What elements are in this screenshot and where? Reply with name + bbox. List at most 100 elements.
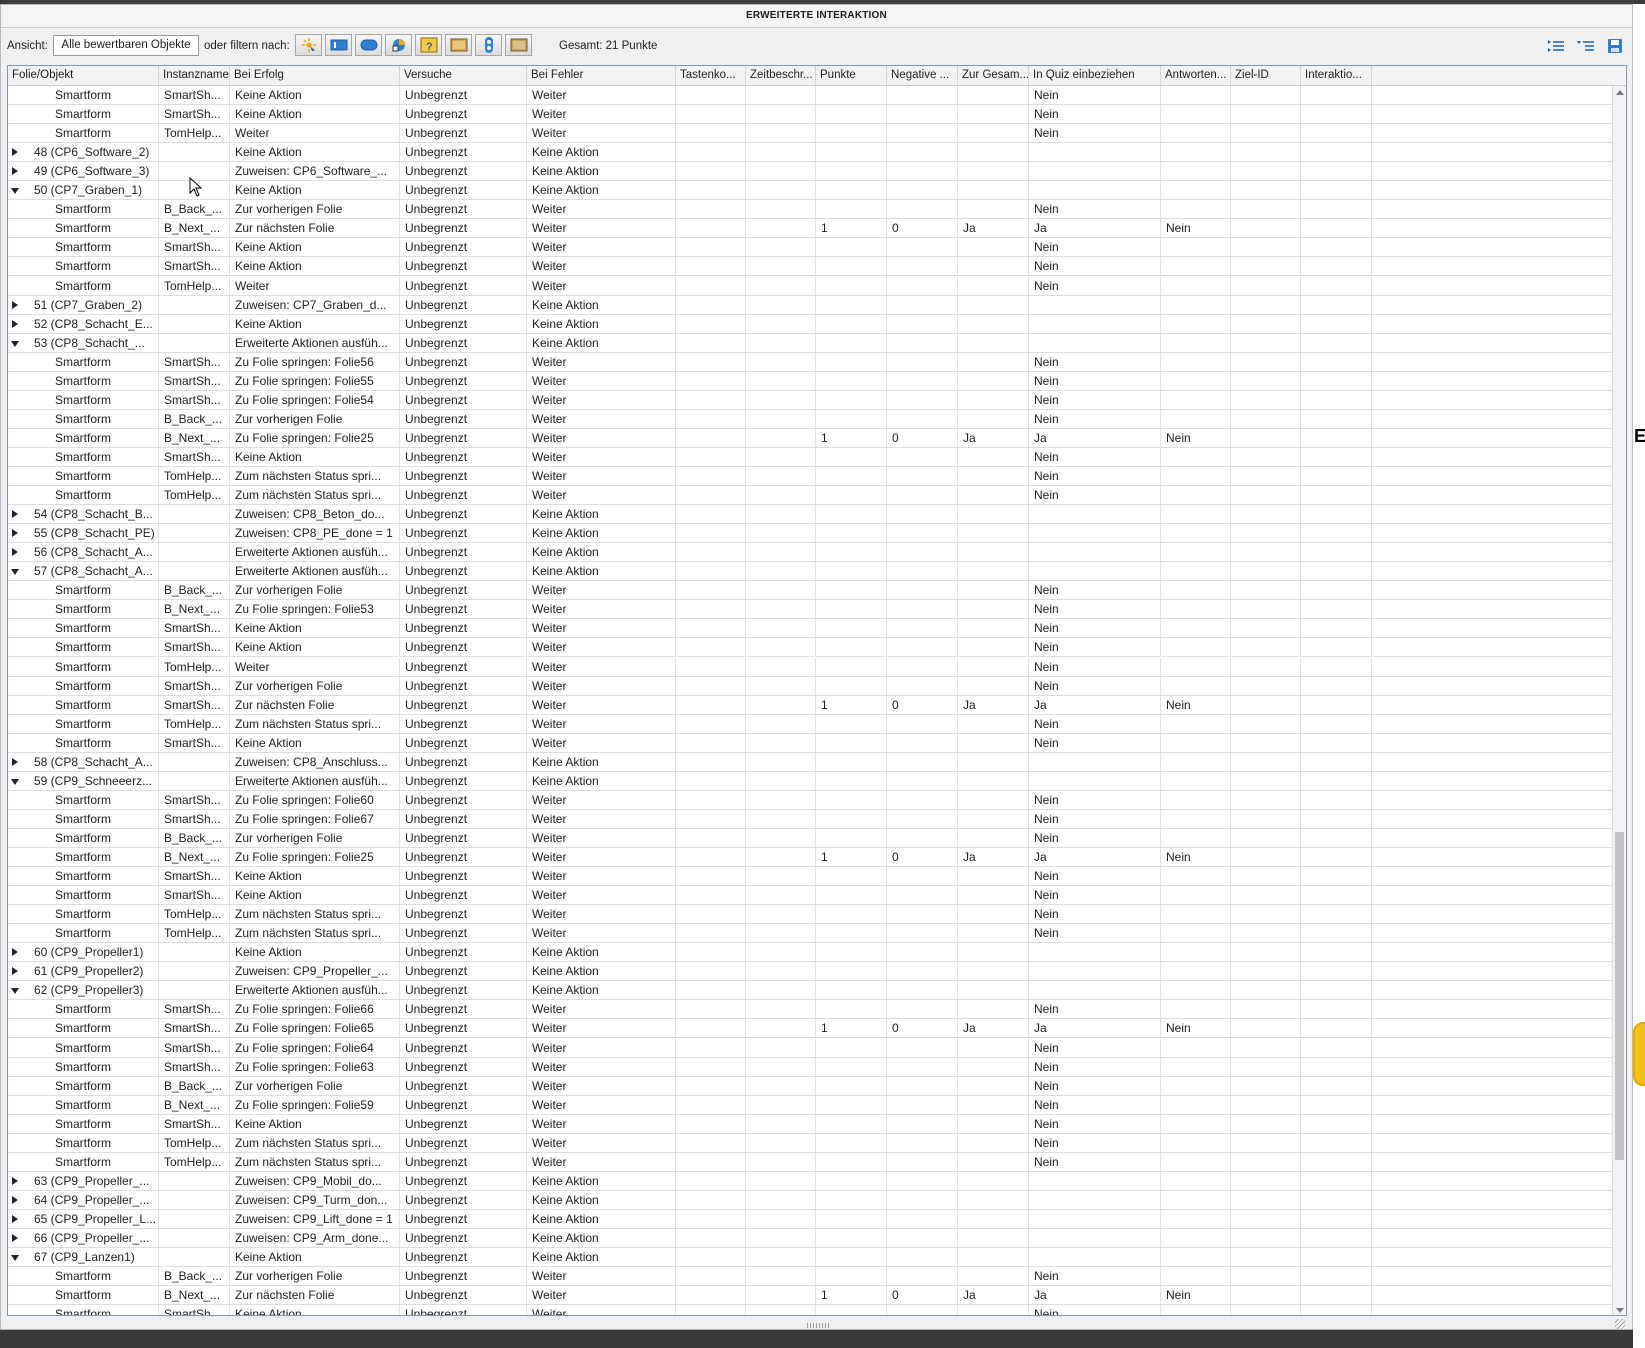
scroll-up-icon[interactable] <box>1616 90 1624 95</box>
object-row[interactable]: Smartform SmartSh... Keine Aktion Unbegrenz… <box>8 1305 1612 1315</box>
slide-row[interactable]: 52 (CP8_Schacht_E... Keine Aktion Unbegren… <box>8 315 1612 334</box>
object-row[interactable]: Smartform TomHelp... Zum nächsten Status s… <box>8 467 1612 486</box>
slide-row[interactable]: 53 (CP8_Schacht_... Erweiterte Aktionen a… <box>8 334 1612 353</box>
object-row[interactable]: Smartform SmartSh... Keine Aktion Unbegrenz… <box>8 638 1612 657</box>
column-header-on-success[interactable]: Bei Erfolg <box>230 66 400 85</box>
collapse-arrow-icon[interactable] <box>12 529 18 537</box>
slide-row[interactable]: 48 (CP6_Software_2) Keine Aktion Unbegrenz… <box>8 143 1612 162</box>
column-header-shortcut[interactable]: Tastenko... <box>676 66 746 85</box>
object-row[interactable]: Smartform TomHelp... Zum nächsten Status s… <box>8 486 1612 505</box>
column-header-report-answers[interactable]: Antworten... <box>1161 66 1231 85</box>
slide-row[interactable]: 66 (CP9_Propeller_... Zuweisen: CP9_Arm_d… <box>8 1229 1612 1248</box>
object-row[interactable]: Smartform TomHelp... Zum nächsten Status s… <box>8 905 1612 924</box>
object-row[interactable]: Smartform SmartSh... Keine Aktion Unbegrenz… <box>8 1115 1612 1134</box>
collapse-all-icon[interactable] <box>1546 37 1566 55</box>
object-row[interactable]: Smartform SmartSh... Zu Folie springen: Fo… <box>8 791 1612 810</box>
collapse-arrow-icon[interactable] <box>12 320 18 328</box>
expand-arrow-icon[interactable] <box>11 569 19 575</box>
slide-row[interactable]: 50 (CP7_Graben_1) Keine Aktion Unbegrenzt K… <box>8 181 1612 200</box>
collapse-arrow-icon[interactable] <box>12 948 18 956</box>
column-header-slide-object[interactable]: Folie/Objekt <box>8 66 159 85</box>
slide-row[interactable]: 64 (CP9_Propeller_... Zuweisen: CP9_Turm_… <box>8 1191 1612 1210</box>
click-box-icon[interactable] <box>295 34 322 56</box>
vertical-scrollbar[interactable] <box>1612 86 1626 1315</box>
slide-row[interactable]: 57 (CP8_Schacht_A... Erweiterte Aktionen … <box>8 562 1612 581</box>
object-row[interactable]: Smartform SmartSh... Zu Folie springen: Fo… <box>8 353 1612 372</box>
collapse-arrow-icon[interactable] <box>12 1196 18 1204</box>
object-row[interactable]: Smartform B_Next_... Zur nächsten Folie Unb… <box>8 219 1612 238</box>
object-row[interactable]: Smartform SmartSh... Keine Aktion Unbegrenz… <box>8 257 1612 276</box>
collapse-arrow-icon[interactable] <box>12 301 18 309</box>
object-row[interactable]: Smartform SmartSh... Keine Aktion Unbegrenz… <box>8 238 1612 257</box>
expand-arrow-icon[interactable] <box>11 779 19 785</box>
object-row[interactable]: Smartform B_Back_... Zur vorherigen Folie U… <box>8 1077 1612 1096</box>
object-row[interactable]: Smartform B_Next_... Zu Folie springen: Fo… <box>8 1096 1612 1115</box>
widget-icon[interactable] <box>475 34 502 56</box>
resize-grip-icon[interactable] <box>1615 1319 1625 1329</box>
object-row[interactable]: Smartform SmartSh... Zu Folie springen: Fo… <box>8 391 1612 410</box>
expand-arrow-icon[interactable] <box>11 341 19 347</box>
object-row[interactable]: Smartform SmartSh... Zu Folie springen: Fo… <box>8 1019 1612 1038</box>
object-row[interactable]: Smartform SmartSh... Keine Aktion Unbegrenz… <box>8 867 1612 886</box>
object-row[interactable]: Smartform B_Back_... Zur vorherigen Folie U… <box>8 1267 1612 1286</box>
expand-arrow-icon[interactable] <box>11 988 19 994</box>
collapse-arrow-icon[interactable] <box>12 148 18 156</box>
object-row[interactable]: Smartform TomHelp... Zum nächsten Status s… <box>8 924 1612 943</box>
object-row[interactable]: Smartform TomHelp... Weiter Unbegrenzt Weite… <box>8 658 1612 677</box>
collapse-arrow-icon[interactable] <box>12 510 18 518</box>
collapse-arrow-icon[interactable] <box>12 758 18 766</box>
object-row[interactable]: Smartform TomHelp... Zum nächsten Status s… <box>8 1134 1612 1153</box>
object-row[interactable]: Smartform SmartSh... Keine Aktion Unbegrenz… <box>8 619 1612 638</box>
slide-row[interactable]: 60 (CP9_Propeller1) Keine Aktion Unbegrenz… <box>8 943 1612 962</box>
slide-row[interactable]: 54 (CP8_Schacht_B... Zuweisen: CP8_Beton_… <box>8 505 1612 524</box>
object-row[interactable]: Smartform SmartSh... Zur vorherigen Folie U… <box>8 677 1612 696</box>
column-header-interaction-id[interactable]: Interaktio... <box>1301 66 1372 85</box>
column-header-time-limit[interactable]: Zeitbeschr... <box>746 66 816 85</box>
object-row[interactable]: Smartform B_Back_... Zur vorherigen Folie U… <box>8 829 1612 848</box>
collapse-arrow-icon[interactable] <box>12 967 18 975</box>
object-row[interactable]: Smartform B_Back_... Zur vorherigen Folie U… <box>8 200 1612 219</box>
object-row[interactable]: Smartform TomHelp... Zum nächsten Status s… <box>8 715 1612 734</box>
object-row[interactable]: Smartform SmartSh... Keine Aktion Unbegrenz… <box>8 734 1612 753</box>
slide-row[interactable]: 62 (CP9_Propeller3) Erweiterte Aktionen a… <box>8 981 1612 1000</box>
slide-row[interactable]: 61 (CP9_Propeller2) Zuweisen: CP9_Propell… <box>8 962 1612 981</box>
slide-row[interactable]: 67 (CP9_Lanzen1) Keine Aktion Unbegrenzt Ke… <box>8 1248 1612 1267</box>
collapse-arrow-icon[interactable] <box>12 1177 18 1185</box>
image-icon[interactable] <box>445 34 472 56</box>
slide-row[interactable]: 59 (CP9_Schneeerz... Erweiterte Aktionen … <box>8 772 1612 791</box>
object-row[interactable]: Smartform SmartSh... Keine Aktion Unbegrenz… <box>8 448 1612 467</box>
expand-arrow-icon[interactable] <box>11 188 19 194</box>
collapse-arrow-icon[interactable] <box>12 1234 18 1242</box>
slide-row[interactable]: 58 (CP8_Schacht_A... Zuweisen: CP8_Anschl… <box>8 753 1612 772</box>
object-row[interactable]: Smartform SmartSh... Zu Folie springen: Fo… <box>8 1039 1612 1058</box>
object-row[interactable]: Smartform SmartSh... Zu Folie springen: Fo… <box>8 372 1612 391</box>
object-row[interactable]: Smartform B_Next_... Zu Folie springen: Fo… <box>8 429 1612 448</box>
view-select[interactable]: Alle bewertbaren Objekte <box>53 35 199 56</box>
slide-row[interactable]: 51 (CP7_Graben_2) Zuweisen: CP7_Graben_d.… <box>8 296 1612 315</box>
slide-row[interactable]: 55 (CP8_Schacht_PE) Zuweisen: CP8_PE_done… <box>8 524 1612 543</box>
expand-all-icon[interactable] <box>1576 37 1596 55</box>
column-header-attempts[interactable]: Versuche <box>400 66 527 85</box>
object-row[interactable]: Smartform B_Back_... Zur vorherigen Folie U… <box>8 581 1612 600</box>
slide-row[interactable]: 49 (CP6_Software_3) Zuweisen: CP6_Softwar… <box>8 162 1612 181</box>
object-row[interactable]: Smartform B_Next_... Zu Folie springen: Fo… <box>8 600 1612 619</box>
column-header-negative[interactable]: Negative ... <box>887 66 958 85</box>
collapse-arrow-icon[interactable] <box>12 167 18 175</box>
column-header-on-failure[interactable]: Bei Fehler <box>527 66 676 85</box>
text-entry-box-icon[interactable] <box>325 34 352 56</box>
object-row[interactable]: Smartform TomHelp... Weiter Unbegrenzt Weite… <box>8 124 1612 143</box>
question-slide-icon[interactable]: ? <box>415 34 442 56</box>
panel-resize-handle[interactable] <box>807 1323 829 1328</box>
column-header-instance-name[interactable]: Instanzname <box>159 66 230 85</box>
collapse-arrow-icon[interactable] <box>12 548 18 556</box>
scroll-down-icon[interactable] <box>1616 1308 1624 1313</box>
column-header-points[interactable]: Punkte <box>816 66 887 85</box>
slide-row[interactable]: 63 (CP9_Propeller_... Zuweisen: CP9_Mobil… <box>8 1172 1612 1191</box>
object-row[interactable]: Smartform B_Next_... Zu Folie springen: Fo… <box>8 848 1612 867</box>
scrollbar-thumb[interactable] <box>1615 832 1624 1160</box>
slide-row[interactable]: 56 (CP8_Schacht_A... Erweiterte Aktionen … <box>8 543 1612 562</box>
object-row[interactable]: Smartform TomHelp... Zum nächsten Status s… <box>8 1153 1612 1172</box>
expand-arrow-icon[interactable] <box>11 1255 19 1261</box>
collapse-arrow-icon[interactable] <box>12 1215 18 1223</box>
object-row[interactable]: Smartform SmartSh... Keine Aktion Unbegrenz… <box>8 886 1612 905</box>
